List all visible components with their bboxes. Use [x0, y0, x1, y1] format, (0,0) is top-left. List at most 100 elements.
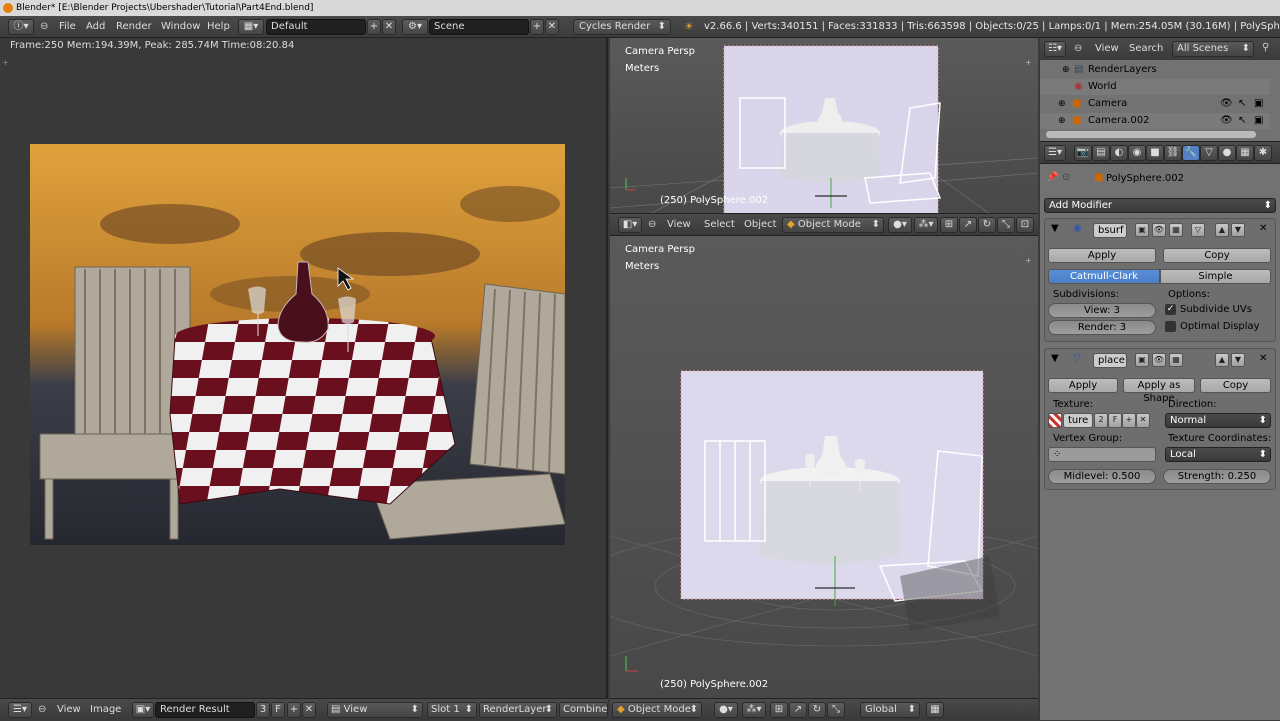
- copy-button[interactable]: Copy: [1163, 248, 1271, 263]
- transform-orientation-icon[interactable]: ⊡: [1016, 217, 1034, 233]
- apply-button[interactable]: Apply: [1048, 248, 1156, 263]
- menu-view[interactable]: View: [1095, 38, 1119, 60]
- modifier-name-field[interactable]: bsurf: [1093, 223, 1127, 238]
- menu-view[interactable]: View: [667, 214, 691, 236]
- remove-layout-icon[interactable]: ✕: [382, 19, 396, 35]
- translate-icon[interactable]: ↗: [789, 702, 807, 718]
- collapse-arrow-icon[interactable]: ▼: [1051, 223, 1059, 234]
- render-toggle-icon[interactable]: ▣: [1135, 223, 1149, 237]
- pivot-icon[interactable]: ⁂▾: [914, 217, 938, 233]
- outliner-item[interactable]: ⊕ ■ Camera.002 👁 ↖ ▣: [1040, 113, 1270, 129]
- orientation-select[interactable]: Global ⬍: [860, 702, 920, 718]
- unlink-texture-icon[interactable]: ✕: [1136, 413, 1150, 428]
- render-camera-icon[interactable]: ▣: [1254, 96, 1263, 112]
- modifiers-tab-icon[interactable]: 🔧: [1182, 145, 1200, 161]
- expand-icon[interactable]: ⊕: [1058, 96, 1066, 112]
- shading-icon[interactable]: ●▾: [888, 217, 912, 233]
- editor-type-icon[interactable]: ⓘ▾: [8, 19, 34, 35]
- layers-tab-icon[interactable]: ▤: [1092, 145, 1110, 161]
- render-result-image[interactable]: [30, 144, 565, 545]
- cage-toggle-icon[interactable]: ▽: [1191, 223, 1205, 237]
- view-mode-select[interactable]: ▤ View ⬍: [327, 702, 423, 718]
- move-down-icon[interactable]: ▼: [1231, 353, 1245, 367]
- optimal-display-checkbox[interactable]: [1165, 321, 1176, 332]
- remove-scene-icon[interactable]: ✕: [545, 19, 559, 35]
- add-scene-icon[interactable]: +: [530, 19, 544, 35]
- editor-type-icon[interactable]: ☷▾: [1044, 41, 1066, 57]
- layer-icon[interactable]: ▦: [926, 702, 944, 718]
- mode-select[interactable]: ◆ Object Mode ⬍: [782, 217, 884, 233]
- image-name-field[interactable]: Render Result: [155, 702, 255, 718]
- render-engine-select[interactable]: Cycles Render ⬍: [573, 19, 671, 35]
- menu-search[interactable]: Search: [1129, 38, 1163, 60]
- fake-user-button[interactable]: F: [271, 702, 285, 718]
- modifier-name-field[interactable]: place: [1093, 353, 1127, 368]
- unlink-image-icon[interactable]: ✕: [302, 702, 316, 718]
- editor-type-icon[interactable]: ☰▾: [8, 702, 32, 718]
- constraints-tab-icon[interactable]: ⛓: [1164, 145, 1182, 161]
- scale-icon[interactable]: ⤡: [827, 702, 845, 718]
- move-up-icon[interactable]: ▲: [1215, 223, 1229, 237]
- viewport-bottom[interactable]: Camera Persp Meters (250) PolySphere.002…: [610, 236, 1038, 698]
- slot-select[interactable]: Slot 1 ⬍: [427, 702, 477, 718]
- image-browse-icon[interactable]: ▣▾: [132, 702, 154, 718]
- collapse-icon[interactable]: ⊖: [1074, 43, 1082, 54]
- visibility-eye-icon[interactable]: 👁: [1220, 113, 1233, 129]
- copy-button[interactable]: Copy: [1200, 378, 1271, 393]
- material-tab-icon[interactable]: ●: [1218, 145, 1236, 161]
- remove-modifier-icon[interactable]: ✕: [1259, 223, 1267, 234]
- menu-image[interactable]: Image: [90, 699, 121, 721]
- viewport-toggle-icon[interactable]: 👁: [1152, 223, 1166, 237]
- region-toggle-icon[interactable]: +: [2, 58, 9, 67]
- menu-view[interactable]: View: [57, 699, 81, 721]
- subdivide-uvs-checkbox[interactable]: ✓: [1165, 304, 1176, 315]
- data-tab-icon[interactable]: ▽: [1200, 145, 1218, 161]
- collapse-arrow-icon[interactable]: ▼: [1051, 353, 1059, 364]
- menu-render[interactable]: Render: [116, 16, 152, 38]
- render-camera-icon[interactable]: ▣: [1254, 113, 1263, 129]
- shading-icon[interactable]: ●▾: [714, 702, 738, 718]
- scene-tab-icon[interactable]: ◐: [1110, 145, 1128, 161]
- new-image-icon[interactable]: +: [287, 702, 301, 718]
- region-toggle-icon[interactable]: +: [1025, 256, 1032, 265]
- outliner-filter-select[interactable]: All Scenes ⬍: [1172, 41, 1254, 57]
- outliner-item[interactable]: ⊕ ■ Camera 👁 ↖ ▣: [1040, 96, 1270, 112]
- view-levels-field[interactable]: View: 3: [1048, 303, 1156, 318]
- menu-help[interactable]: Help: [207, 16, 230, 38]
- viewport-toggle-icon[interactable]: 👁: [1152, 353, 1166, 367]
- outliner-item[interactable]: ◉ World: [1040, 79, 1270, 95]
- editor-type-icon[interactable]: ☰▾: [1044, 145, 1066, 161]
- expand-icon[interactable]: ⊕: [1058, 113, 1066, 129]
- image-editor[interactable]: Frame:250 Mem:194.39M, Peak: 285.74M Tim…: [0, 38, 608, 698]
- editor-type-icon[interactable]: ◧▾: [618, 217, 642, 233]
- texture-browse-icon[interactable]: [1048, 413, 1062, 428]
- select-cursor-icon[interactable]: ↖: [1238, 113, 1246, 129]
- move-down-icon[interactable]: ▼: [1231, 223, 1245, 237]
- apply-button[interactable]: Apply: [1048, 378, 1118, 393]
- visibility-eye-icon[interactable]: 👁: [1220, 96, 1233, 112]
- rotate-icon[interactable]: ↻: [978, 217, 996, 233]
- menu-file[interactable]: File: [59, 16, 76, 38]
- remove-modifier-icon[interactable]: ✕: [1259, 353, 1267, 364]
- viewport-top[interactable]: Camera Persp Meters (250) PolySphere.002…: [610, 38, 1038, 214]
- menu-select[interactable]: Select: [704, 214, 735, 236]
- simple-option[interactable]: Simple: [1160, 269, 1271, 284]
- editmode-toggle-icon[interactable]: ▦: [1169, 223, 1183, 237]
- collapse-icon[interactable]: ⊖: [38, 704, 46, 715]
- catmull-clark-option[interactable]: Catmull-Clark: [1048, 269, 1160, 284]
- texture-coordinates-select[interactable]: Local ⬍: [1165, 447, 1271, 462]
- menu-object[interactable]: Object: [744, 214, 777, 236]
- editmode-toggle-icon[interactable]: ▦: [1169, 353, 1183, 367]
- midlevel-field[interactable]: Midlevel: 0.500: [1048, 469, 1156, 484]
- texture-name-field[interactable]: ture: [1063, 413, 1093, 428]
- move-up-icon[interactable]: ▲: [1215, 353, 1229, 367]
- select-cursor-icon[interactable]: ↖: [1238, 96, 1246, 112]
- expand-icon[interactable]: ⊕: [1062, 62, 1070, 78]
- image-users-count[interactable]: 3: [256, 702, 270, 718]
- add-modifier-select[interactable]: Add Modifier ⬍: [1044, 198, 1276, 213]
- pivot-icon[interactable]: ⁂▾: [742, 702, 766, 718]
- render-layer-select[interactable]: RenderLayer ⬍: [479, 702, 557, 718]
- scene-field[interactable]: Scene: [429, 19, 529, 35]
- direction-select[interactable]: Normal ⬍: [1165, 413, 1271, 428]
- rotate-icon[interactable]: ↻: [808, 702, 826, 718]
